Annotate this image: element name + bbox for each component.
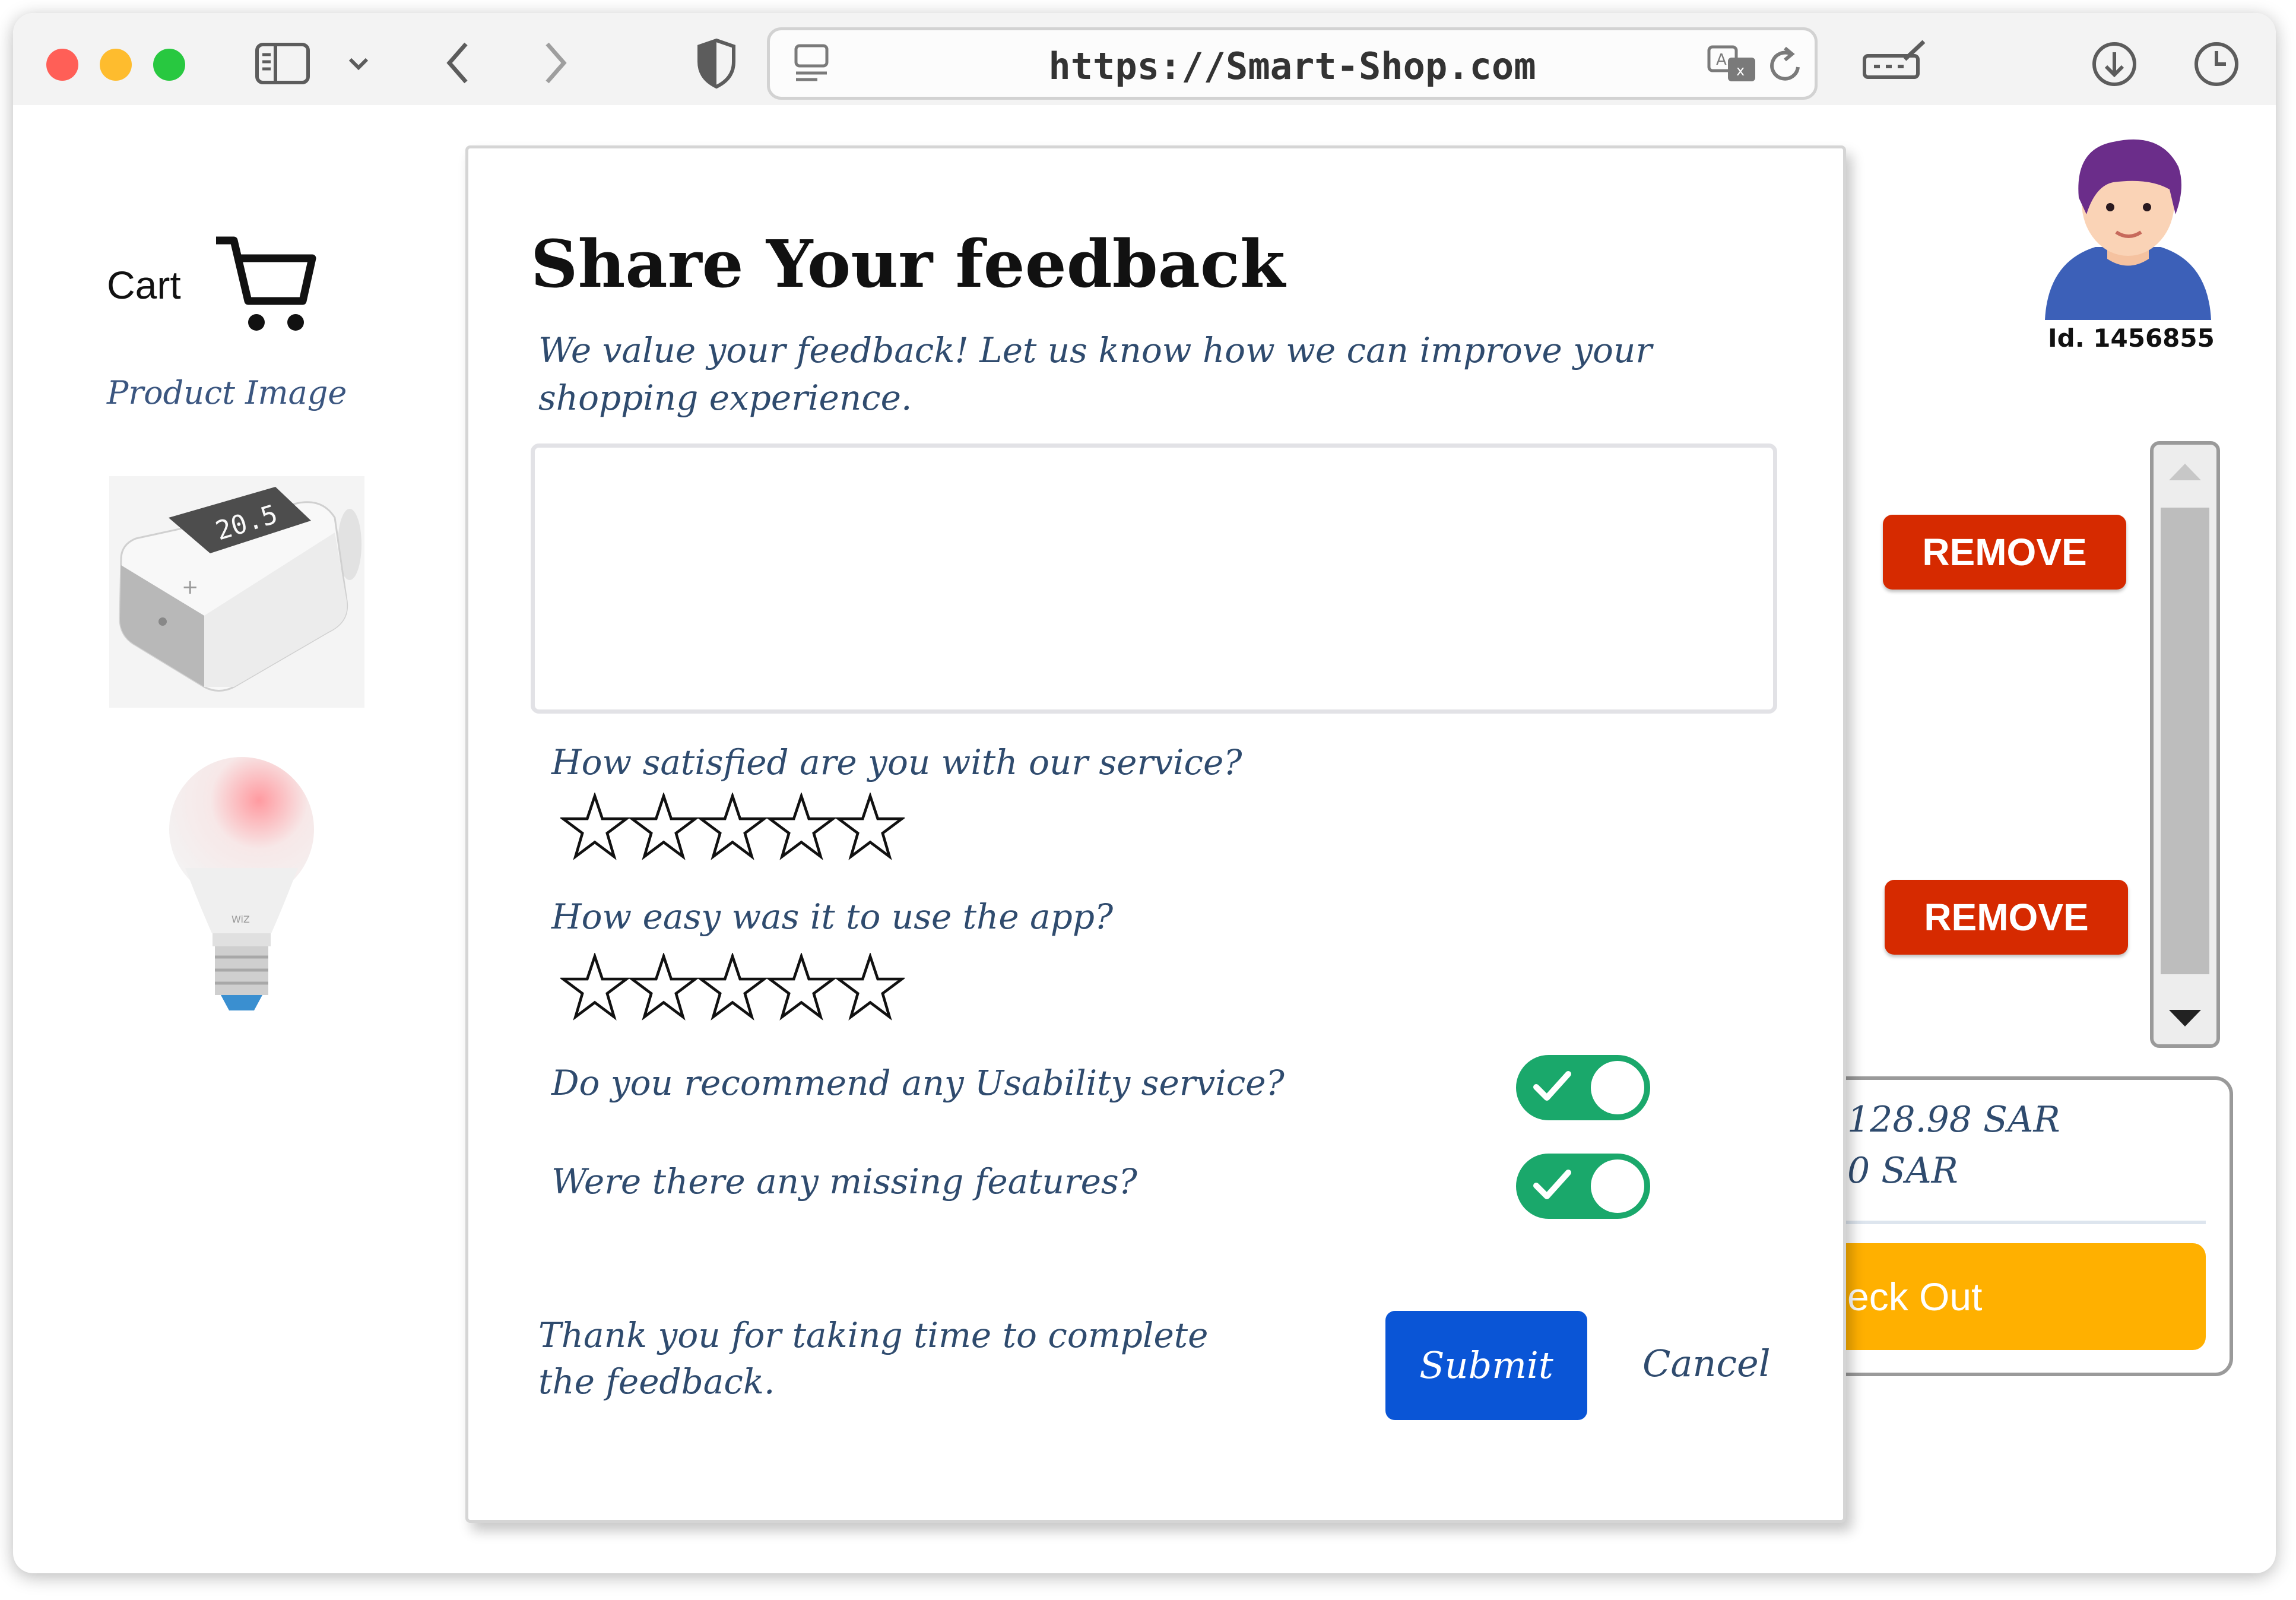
cart-scrollbar[interactable] xyxy=(2150,441,2220,1048)
star-icon[interactable] xyxy=(560,793,629,861)
browser-toolbar: https://Smart-Shop.com Ax xyxy=(13,13,2276,105)
star-icon[interactable] xyxy=(629,793,698,861)
product-image-header: Product Image xyxy=(107,374,347,411)
star-icon[interactable] xyxy=(698,793,767,861)
scroll-thumb[interactable] xyxy=(2161,508,2209,974)
missing-features-toggle[interactable] xyxy=(1516,1154,1650,1219)
svg-text:A: A xyxy=(1716,51,1727,69)
back-arrow-icon[interactable] xyxy=(443,39,473,87)
toggle-knob xyxy=(1591,1061,1644,1114)
star-icon[interactable] xyxy=(698,953,767,1022)
satisfaction-star-rating[interactable] xyxy=(560,793,905,861)
remove-button[interactable]: REMOVE xyxy=(1885,880,2128,955)
edit-page-icon[interactable] xyxy=(1862,39,1927,81)
shield-icon[interactable] xyxy=(696,38,737,89)
modal-title: Share Your feedback xyxy=(531,226,1286,302)
star-icon[interactable] xyxy=(767,793,836,861)
missing-features-question: Were there any missing features? xyxy=(551,1161,1137,1202)
scroll-down-arrow-icon[interactable] xyxy=(2169,1010,2201,1026)
thank-you-text: Thank you for taking time to complete th… xyxy=(538,1315,1209,1402)
toggle-knob xyxy=(1591,1159,1644,1213)
feedback-modal: Share Your feedback We value your feedba… xyxy=(465,145,1846,1523)
svg-text:x: x xyxy=(1736,62,1745,79)
thermostat-product-image[interactable]: 20.5 + xyxy=(109,476,364,711)
submit-button[interactable]: Submit xyxy=(1385,1311,1587,1420)
user-id-label: Id. 1456855 xyxy=(2048,324,2215,353)
scroll-up-arrow-icon[interactable] xyxy=(2169,464,2201,480)
satisfaction-question: How satisfied are you with our service? xyxy=(551,742,1242,782)
shopping-cart-icon[interactable] xyxy=(214,235,318,338)
user-avatar[interactable] xyxy=(2042,131,2214,324)
summary-subtotal: 128.98 SAR xyxy=(1847,1099,2060,1140)
cart-label: Cart xyxy=(107,263,181,307)
history-clock-icon[interactable] xyxy=(2193,40,2240,88)
feedback-textarea[interactable] xyxy=(531,443,1777,714)
page-content: Cart Product Image 20.5 + WiZ Id. 145685… xyxy=(13,105,2276,1573)
star-icon[interactable] xyxy=(836,953,905,1022)
star-icon[interactable] xyxy=(629,953,698,1022)
address-bar[interactable]: https://Smart-Shop.com Ax xyxy=(767,27,1818,100)
summary-divider xyxy=(1803,1221,2206,1224)
svg-text:WiZ: WiZ xyxy=(231,914,250,925)
ease-star-rating[interactable] xyxy=(560,953,905,1022)
ease-of-use-question: How easy was it to use the app? xyxy=(551,896,1114,937)
usability-service-question: Do you recommend any Usability service? xyxy=(551,1063,1285,1103)
translate-icon[interactable]: Ax xyxy=(1707,45,1758,84)
reload-icon[interactable] xyxy=(1768,46,1804,85)
chevron-down-icon[interactable] xyxy=(347,55,370,72)
summary-shipping: 0 SAR xyxy=(1847,1150,1958,1192)
download-icon[interactable] xyxy=(2091,40,2138,88)
modal-intro-text: We value your feedback! Let us know how … xyxy=(538,330,1653,418)
star-icon[interactable] xyxy=(560,953,629,1022)
maximize-window-button[interactable] xyxy=(153,49,185,81)
browser-window: https://Smart-Shop.com Ax Cart Product I… xyxy=(13,13,2276,1573)
star-icon[interactable] xyxy=(767,953,836,1022)
cancel-button[interactable]: Cancel xyxy=(1642,1342,1771,1385)
usability-service-toggle[interactable] xyxy=(1516,1055,1650,1120)
star-icon[interactable] xyxy=(836,793,905,861)
check-icon xyxy=(1533,1071,1571,1101)
forward-arrow-icon[interactable] xyxy=(540,39,570,87)
check-icon xyxy=(1533,1170,1571,1199)
close-window-button[interactable] xyxy=(46,49,78,81)
minimize-window-button[interactable] xyxy=(100,49,132,81)
url-text[interactable]: https://Smart-Shop.com xyxy=(770,45,1815,88)
smart-bulb-product-image[interactable]: WiZ xyxy=(161,755,322,1037)
svg-text:+: + xyxy=(182,575,199,599)
remove-button[interactable]: REMOVE xyxy=(1883,515,2126,590)
sidebar-toggle-icon[interactable] xyxy=(255,43,310,84)
